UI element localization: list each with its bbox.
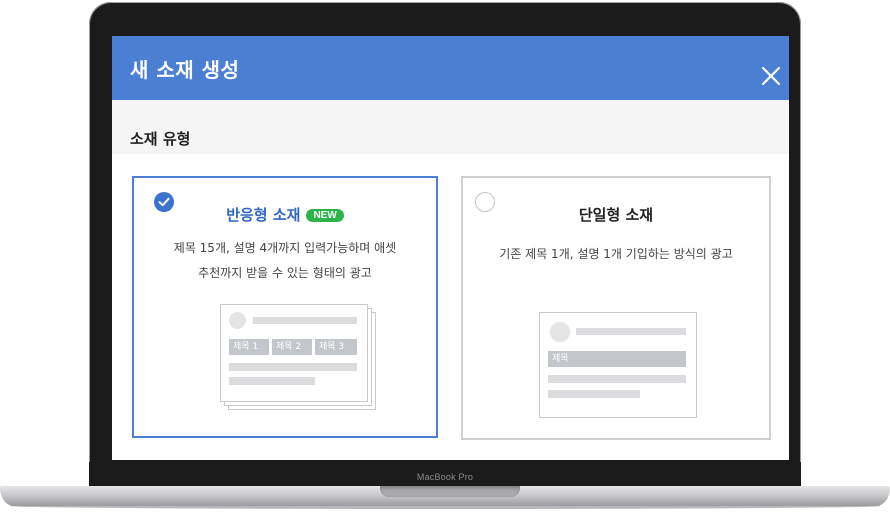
modal-header: 새 소재 생성 [112,36,789,100]
screen: 새 소재 생성 소재 유형 반응형 소재 NEW 제목 15개, 설명 4개까지 … [112,36,789,460]
placeholder-line [229,377,315,385]
close-icon[interactable] [759,64,783,88]
option-description: 기존 제목 1개, 설명 1개 기입하는 방식의 광고 [499,247,733,261]
modal-title: 새 소재 생성 [130,58,240,82]
title-chip: 제목 [548,351,686,367]
avatar-placeholder [550,322,570,342]
ad-paper: 제목 [539,312,697,418]
option-title-text: 반응형 소재 [226,206,301,224]
description-line: 제목 15개, 설명 4개까지 입력가능하며 애셋 [173,241,397,255]
title-chip: 제목 2 [272,339,312,355]
single-ad-illustration: 제목 [539,312,699,420]
title-chip: 제목 1 [229,339,269,355]
option-card-responsive[interactable]: 반응형 소재 NEW 제목 15개, 설명 4개까지 입력가능하며 애셋 추천까지… [132,176,438,438]
section-header [112,100,789,154]
placeholder-line [548,375,686,383]
laptop-notch [380,486,520,497]
option-title: 반응형 소재 NEW [134,204,436,225]
placeholder-line [576,328,686,335]
title-chip: 제목 3 [315,339,357,355]
placeholder-line [253,317,357,324]
stack-paper-front: 제목 1 제목 2 제목 3 [220,304,368,402]
option-title: 단일형 소재 [578,206,654,224]
responsive-ad-illustration: 제목 1 제목 2 제목 3 [220,304,380,414]
placeholder-line [229,363,357,371]
section-title: 소재 유형 [130,130,191,148]
avatar-placeholder [229,312,246,329]
description-line: 추천까지 받을 수 있는 형태의 광고 [198,266,372,280]
option-description: 제목 15개, 설명 4개까지 입력가능하며 애셋 추천까지 받을 수 있는 형… [134,236,436,286]
placeholder-line [548,390,640,398]
new-badge: NEW [306,209,344,222]
option-card-single[interactable]: 단일형 소재 기존 제목 1개, 설명 1개 기입하는 방식의 광고 제목 [461,176,771,440]
laptop-model-label: MacBook Pro [416,472,474,482]
